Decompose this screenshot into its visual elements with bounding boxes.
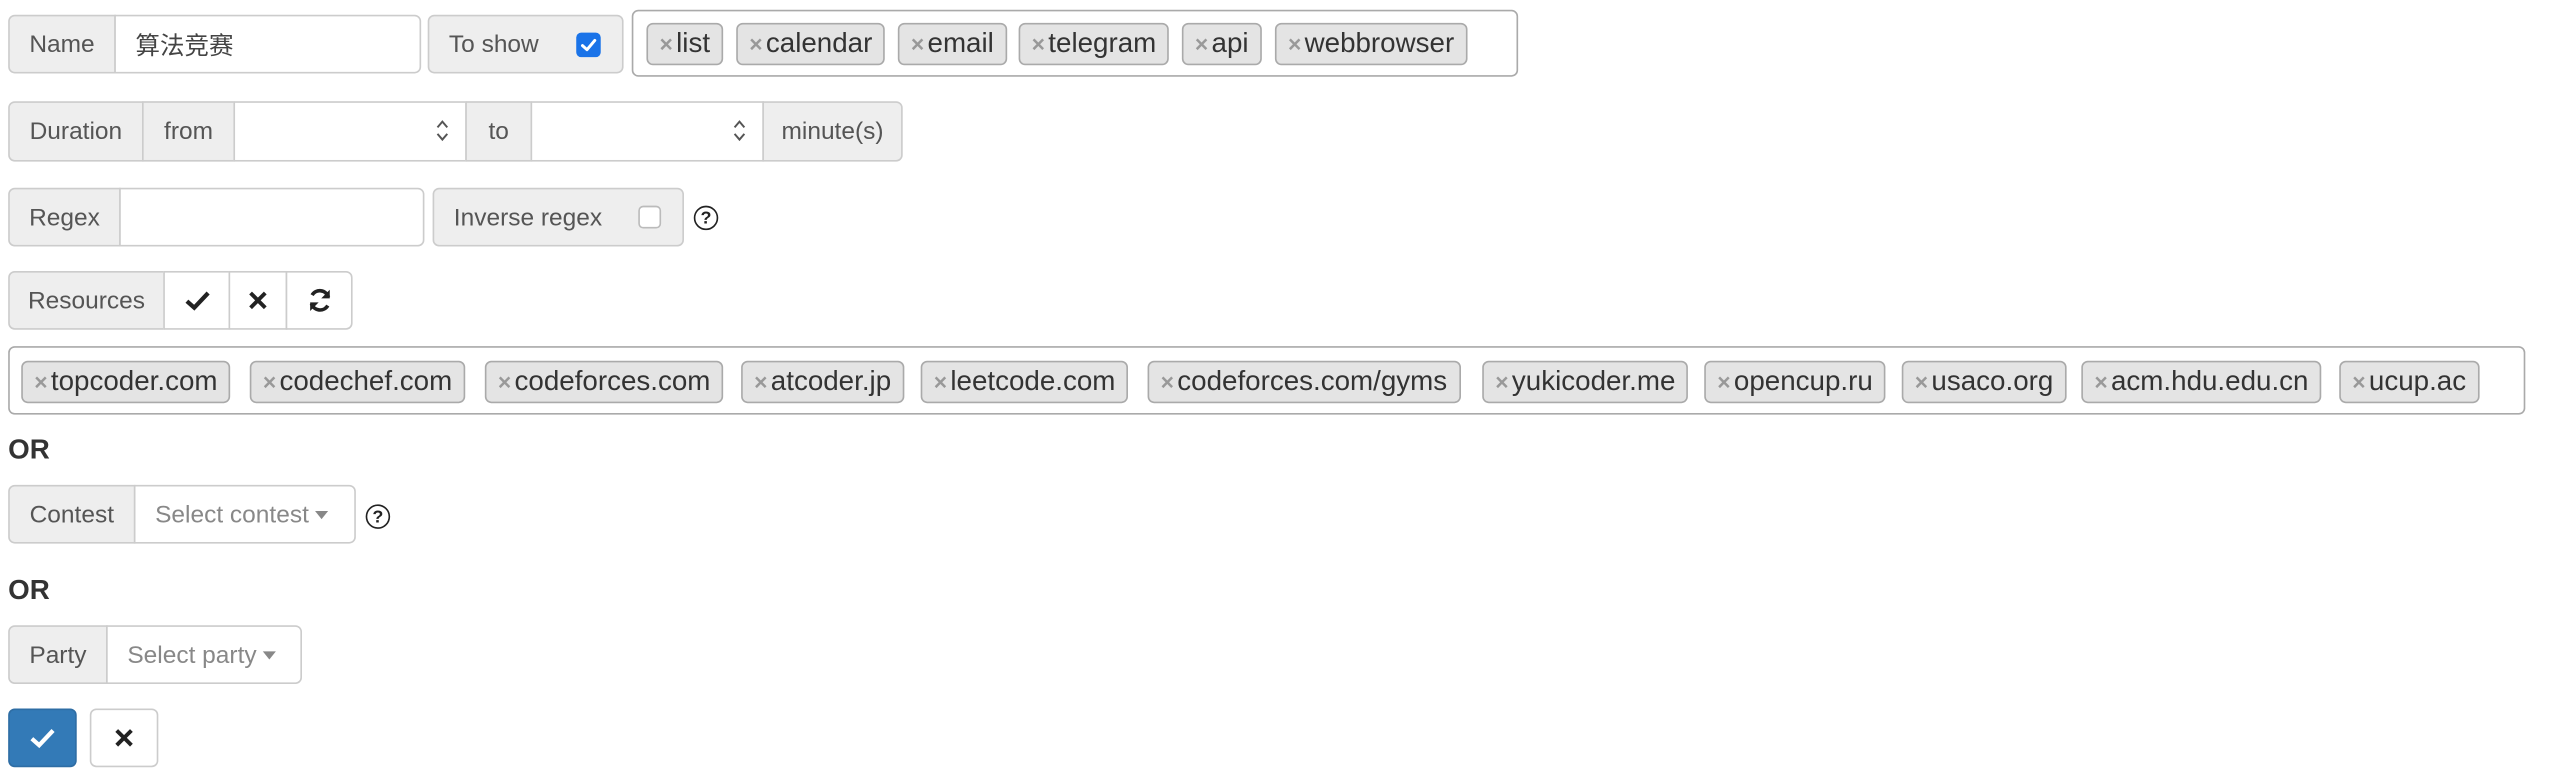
resource-tag[interactable]: × usaco.org (1901, 360, 2067, 404)
to-show-tags-box[interactable]: × list × calendar × email × telegram × a… (631, 9, 1519, 77)
regex-input[interactable] (119, 187, 425, 247)
resource-tag-label: usaco.org (1931, 365, 2054, 397)
to-show-label: To show (448, 30, 539, 58)
remove-tag-icon[interactable]: × (2094, 369, 2107, 395)
to-show-checkbox[interactable] (576, 32, 601, 58)
resources-tags-box[interactable]: × topcoder.com × codechef.com × codeforc… (8, 346, 2526, 415)
show-tag-webbrowser[interactable]: × webbrowser (1274, 22, 1468, 66)
show-tag-telegram[interactable]: × telegram (1018, 22, 1170, 66)
chevron-down-icon (263, 650, 277, 659)
resource-tag[interactable]: × ucup.ac (2339, 360, 2480, 404)
remove-tag-icon[interactable]: × (1161, 369, 1174, 395)
resource-tag-label: codeforces.com (514, 365, 711, 397)
resource-tag[interactable]: × opencup.ru (1704, 360, 1886, 404)
resource-tag-label: codeforces.com/gyms (1177, 365, 1448, 397)
remove-tag-icon[interactable]: × (934, 369, 947, 395)
remove-tag-icon[interactable]: × (1195, 31, 1208, 57)
show-tag-api[interactable]: × api (1181, 22, 1262, 66)
cancel-button[interactable] (89, 708, 159, 768)
resource-tag-label: leetcode.com (950, 365, 1116, 397)
show-tag-label: calendar (765, 27, 873, 59)
spinner-icon[interactable] (733, 118, 746, 144)
name-input-value: 算法竞赛 (135, 31, 234, 60)
resource-tag-label: opencup.ru (1733, 365, 1873, 397)
duration-from-label: from (142, 101, 236, 162)
remove-tag-icon[interactable]: × (1288, 31, 1301, 57)
show-tag-email[interactable]: × email (897, 22, 1007, 66)
resource-tag[interactable]: × codeforces.com (484, 360, 724, 404)
contest-select[interactable]: Select contest (133, 484, 356, 544)
name-label: Name (8, 14, 116, 74)
duration-unit-label: minute(s) (762, 101, 903, 162)
regex-label: Regex (8, 187, 121, 247)
remove-tag-icon[interactable]: × (659, 31, 672, 57)
name-input[interactable]: 算法竞赛 (114, 14, 422, 74)
inverse-regex-group[interactable]: Inverse regex (432, 187, 684, 247)
duration-label: Duration (8, 101, 144, 162)
resources-label: Resources (8, 270, 165, 330)
select-all-resources-button[interactable] (163, 270, 231, 330)
times-icon (249, 291, 267, 310)
resource-tag[interactable]: × leetcode.com (920, 360, 1129, 404)
resource-tag-label: atcoder.jp (770, 365, 892, 397)
remove-tag-icon[interactable]: × (911, 31, 924, 57)
regex-help-icon[interactable]: ? (693, 205, 719, 231)
inverse-regex-label: Inverse regex (453, 203, 603, 231)
resource-tag[interactable]: × atcoder.jp (741, 360, 905, 404)
resource-tag[interactable]: × acm.hdu.edu.cn (2081, 360, 2322, 404)
submit-button[interactable] (8, 708, 77, 768)
refresh-resources-button[interactable] (285, 270, 353, 330)
party-select-placeholder: Select party (127, 640, 257, 669)
resource-tag[interactable]: × topcoder.com (21, 360, 231, 404)
show-tag-list[interactable]: × list (646, 22, 724, 66)
remove-tag-icon[interactable]: × (1915, 369, 1928, 395)
party-label: Party (8, 625, 108, 684)
remove-tag-icon[interactable]: × (749, 31, 762, 57)
resource-tag[interactable]: × yukicoder.me (1482, 360, 1689, 404)
resource-tag-label: ucup.ac (2368, 365, 2467, 397)
remove-tag-icon[interactable]: × (1717, 369, 1730, 395)
remove-tag-icon[interactable]: × (34, 369, 47, 395)
times-icon (115, 729, 133, 747)
or-separator: OR (8, 434, 50, 466)
resource-tag-label: yukicoder.me (1511, 365, 1676, 397)
resource-tag-label: acm.hdu.edu.cn (2110, 365, 2309, 397)
resource-tag-label: codechef.com (279, 365, 453, 397)
remove-tag-icon[interactable]: × (2352, 369, 2365, 395)
show-tag-label: email (927, 27, 994, 59)
remove-tag-icon[interactable]: × (1495, 369, 1508, 395)
duration-to-label: to (465, 101, 533, 162)
inverse-regex-checkbox[interactable] (638, 205, 662, 229)
spinner-icon[interactable] (436, 118, 449, 144)
show-tag-label: telegram (1048, 27, 1157, 59)
show-tag-label: list (676, 27, 711, 59)
remove-tag-icon[interactable]: × (498, 369, 511, 395)
chevron-down-icon (315, 510, 329, 519)
remove-tag-icon[interactable]: × (754, 369, 767, 395)
remove-tag-icon[interactable]: × (263, 369, 276, 395)
check-icon (30, 729, 55, 749)
resource-tag[interactable]: × codechef.com (249, 360, 466, 404)
resource-tag-label: topcoder.com (50, 365, 218, 397)
show-tag-label: webbrowser (1304, 27, 1455, 59)
contest-select-placeholder: Select contest (155, 500, 309, 529)
or-separator: OR (8, 574, 50, 606)
clear-resources-button[interactable] (228, 270, 288, 330)
contest-label: Contest (8, 484, 136, 544)
show-tag-label: api (1211, 27, 1249, 59)
to-show-group[interactable]: To show (427, 14, 624, 74)
contest-help-icon[interactable]: ? (365, 504, 391, 529)
show-tag-calendar[interactable]: × calendar (736, 22, 886, 66)
refresh-icon (308, 288, 330, 312)
duration-from-input[interactable] (233, 101, 467, 162)
remove-tag-icon[interactable]: × (1032, 31, 1045, 57)
check-icon (184, 291, 209, 311)
resource-tag[interactable]: × codeforces.com/gyms (1147, 360, 1461, 404)
duration-to-input[interactable] (530, 101, 764, 162)
party-select[interactable]: Select party (106, 625, 302, 684)
